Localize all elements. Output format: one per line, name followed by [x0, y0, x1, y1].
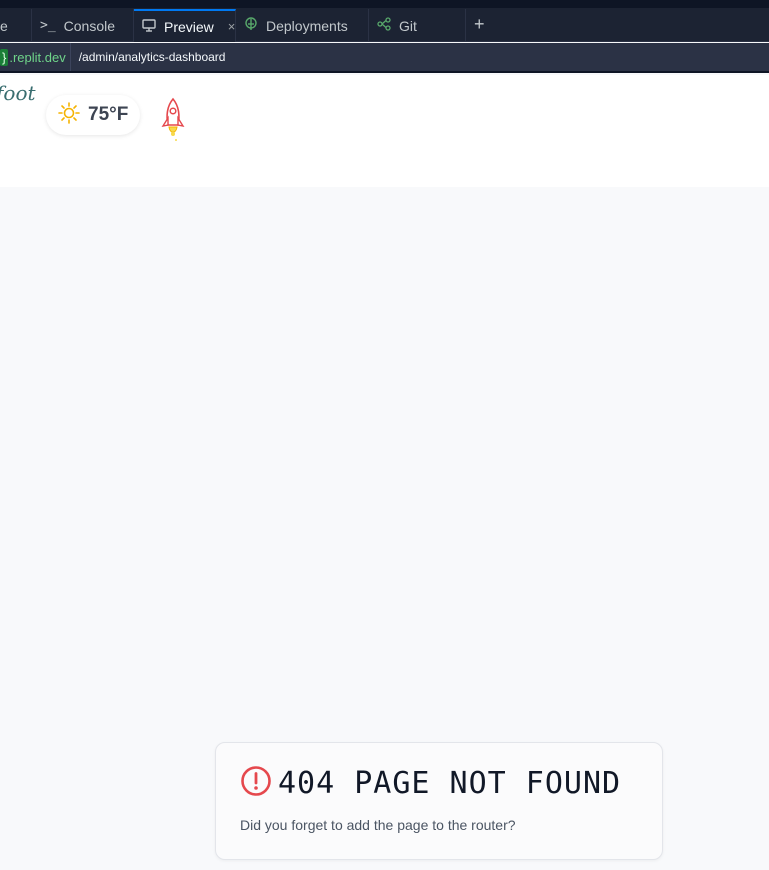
url-path[interactable]: /admin/analytics-dashboard [79, 50, 226, 64]
url-bar[interactable]: } .replit.dev /admin/analytics-dashboard [0, 43, 769, 73]
tab-console[interactable]: >_ Console [32, 9, 134, 42]
tab-preview-label: Preview [164, 18, 214, 35]
weather-widget: 75°F [46, 95, 140, 135]
url-host-brace: } [0, 48, 9, 66]
deploy-icon [244, 17, 258, 34]
tab-git[interactable]: Git [369, 9, 466, 42]
tab-deployments[interactable]: Deployments [236, 9, 369, 42]
url-host-domain: .replit.dev [9, 49, 66, 65]
url-host: } .replit.dev [0, 43, 71, 71]
terminal-icon: >_ [40, 18, 56, 33]
sun-icon [58, 101, 80, 129]
new-tab-button[interactable]: + [474, 14, 485, 35]
not-found-message: Did you forget to add the page to the ro… [240, 817, 516, 833]
alert-circle-icon [240, 765, 272, 802]
tab-deployments-label: Deployments [266, 17, 348, 34]
tab-file-label: e [0, 17, 8, 34]
close-icon[interactable]: × [228, 19, 236, 34]
ide-tab-bar: e >_ Console Preview × Deployments Git + [0, 0, 769, 42]
monitor-icon [142, 18, 156, 35]
tab-git-label: Git [399, 17, 417, 34]
app-logo[interactable]: foot [0, 81, 36, 141]
not-found-title-row: 404 PAGE NOT FOUND [240, 765, 621, 802]
tab-console-label: Console [63, 17, 116, 34]
logo-text: foot [0, 81, 36, 105]
git-icon [377, 17, 391, 34]
not-found-card: 404 PAGE NOT FOUND Did you forget to add… [215, 742, 663, 860]
app-header: foot 75°F [0, 75, 769, 187]
tab-preview[interactable]: Preview × [134, 9, 236, 42]
not-found-title: 404 PAGE NOT FOUND [278, 766, 622, 801]
weather-temperature: 75°F [88, 104, 129, 125]
tab-file[interactable]: e [0, 9, 32, 42]
ide-top-strip [0, 0, 769, 8]
rocket-icon[interactable] [160, 97, 186, 145]
